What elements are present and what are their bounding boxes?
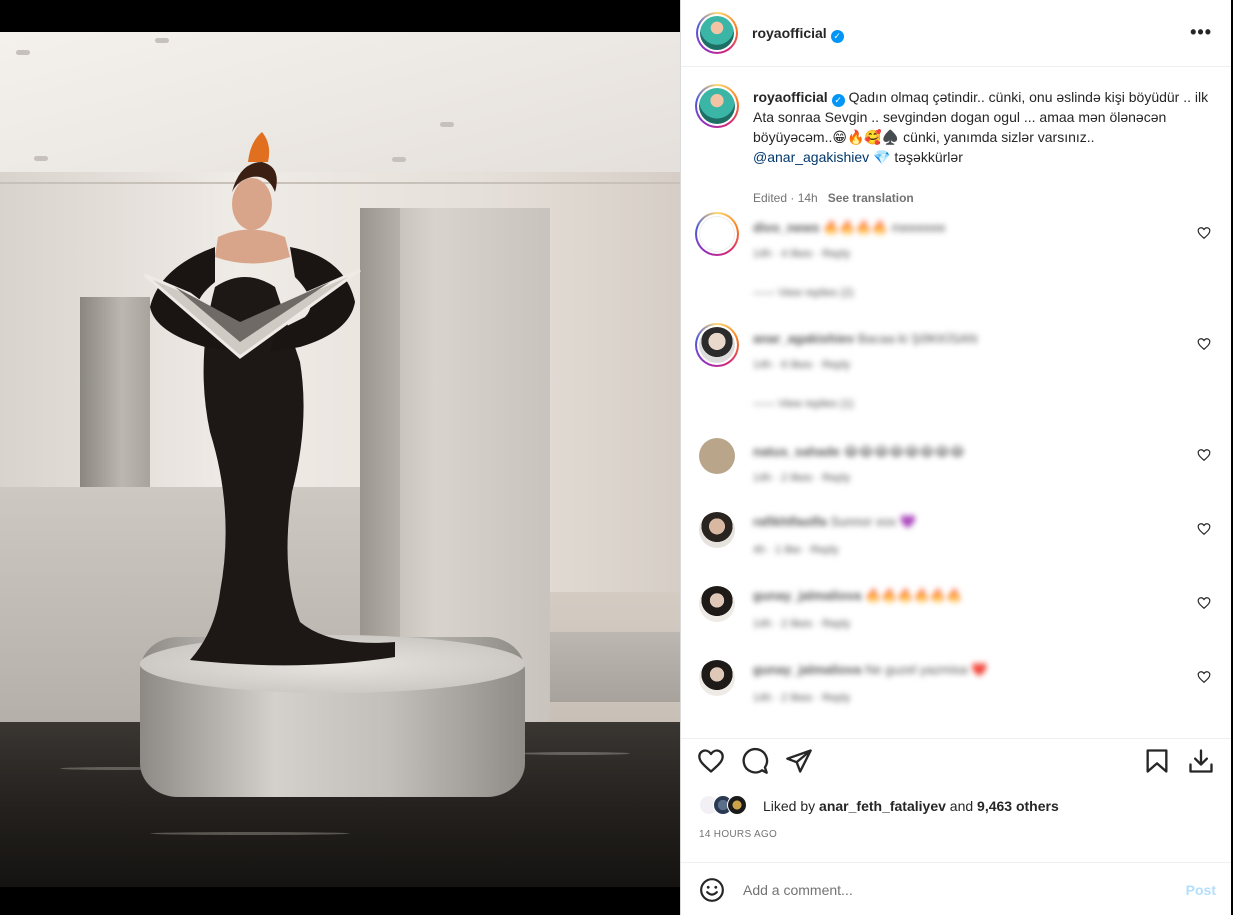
- view-replies-button[interactable]: —— View replies (1): [753, 398, 854, 410]
- comment-item: gunay_jalmaliova Ne guzel yazmisa ❤️ 14h…: [695, 656, 1215, 716]
- comment-meta: 14h · 6 likes · Reply: [753, 359, 851, 371]
- photo-figure: [144, 132, 395, 666]
- caption-avatar[interactable]: [695, 84, 739, 128]
- comment-avatar[interactable]: [695, 434, 739, 478]
- comment-meta: 14h · 2 likes · Reply: [753, 618, 851, 630]
- caption-text: royaofficial ✓ Qadın olmaq çətindir.. cün…: [753, 87, 1213, 167]
- comment-icon[interactable]: [741, 747, 769, 775]
- caption-meta: Edited · 14h See translation: [753, 191, 914, 205]
- author-name-row: royaofficial ✓: [752, 25, 844, 43]
- liker-avatars[interactable]: [699, 795, 759, 817]
- view-replies-button[interactable]: —— View replies (2): [753, 287, 854, 299]
- post-media[interactable]: [0, 0, 680, 915]
- comment-avatar[interactable]: [695, 582, 739, 626]
- post-header: royaofficial ✓ •••: [681, 0, 1232, 67]
- view-replies-label: View replies (2): [778, 287, 854, 299]
- avatar-image: [699, 512, 735, 548]
- avatar-image: [700, 16, 734, 50]
- comment-avatar[interactable]: [695, 323, 739, 367]
- comment-item: divo_news 🔥🔥🔥🔥 meeeeee 14h · 4 likes · R…: [695, 212, 1215, 272]
- liked-by-user-link[interactable]: anar_feth_fataliyev: [819, 798, 946, 814]
- comment-avatar[interactable]: [695, 212, 739, 256]
- comment-text: rafikhlfaolfa Sunnor xox 💜: [753, 514, 916, 530]
- comment-meta: 4h · 1 like · Reply: [753, 544, 839, 556]
- comment-text: natus_sahade 😂😂😂😂😂😂😂😂: [753, 444, 965, 460]
- avatar-image: [699, 660, 735, 696]
- likes-count-link[interactable]: 9,463 others: [977, 798, 1059, 814]
- comment-item: anar_agakishiev Bacaa ki ŞƏKKİSAN 14h · …: [695, 323, 1215, 383]
- avatar-image: [699, 327, 735, 363]
- comment-username[interactable]: anar_agakishiev: [753, 331, 854, 346]
- comment-like-heart-icon[interactable]: [1197, 522, 1211, 536]
- comment-body: Sunnor xox 💜: [830, 514, 916, 529]
- post-comment-button[interactable]: Post: [1186, 882, 1216, 898]
- comment-text: anar_agakishiev Bacaa ki ŞƏKKİSAN: [753, 331, 977, 346]
- comment-item: natus_sahade 😂😂😂😂😂😂😂😂 14h · 2 likes · Re…: [695, 434, 1215, 494]
- comment-meta: 14h · 2 likes · Reply: [753, 692, 851, 704]
- comment-text: divo_news 🔥🔥🔥🔥 meeeeee: [753, 220, 946, 236]
- comment-like-heart-icon[interactable]: [1197, 226, 1211, 240]
- comment-username[interactable]: gunay_jalmaliova: [753, 588, 861, 603]
- caption-edited: Edited · 14h: [753, 191, 818, 205]
- comment-body: 🔥🔥🔥🔥🔥🔥: [865, 588, 963, 603]
- liker-avatar: [727, 795, 747, 815]
- comment-input[interactable]: [741, 875, 1141, 905]
- comment-item: gunay_jalmaliova 🔥🔥🔥🔥🔥🔥 14h · 2 likes · …: [695, 582, 1215, 642]
- add-comment-bar: Post: [681, 862, 1232, 915]
- comment-body: 😂😂😂😂😂😂😂😂: [843, 444, 965, 459]
- comment-avatar[interactable]: [695, 656, 739, 700]
- verified-icon: ✓: [831, 94, 845, 107]
- likes-summary: Liked by anar_feth_fataliyev and 9,463 o…: [763, 798, 1059, 814]
- comment-username[interactable]: divo_news: [753, 220, 819, 235]
- emoji-icon[interactable]: [699, 877, 725, 903]
- comment-meta: 14h · 2 likes · Reply: [753, 472, 851, 484]
- comment-like-heart-icon[interactable]: [1197, 670, 1211, 684]
- download-icon[interactable]: [1187, 747, 1215, 775]
- bookmark-icon[interactable]: [1143, 747, 1171, 775]
- likes-prefix: Liked by: [763, 798, 820, 814]
- comment-body: 🔥🔥🔥🔥 meeeeee: [823, 220, 946, 235]
- see-translation-button[interactable]: See translation: [828, 191, 914, 205]
- comment-text: gunay_jalmaliova Ne guzel yazmisa ❤️: [753, 662, 987, 678]
- comments-scroll[interactable]: royaofficial ✓ Qadın olmaq çətindir.. cün…: [681, 68, 1232, 738]
- author-avatar[interactable]: [696, 12, 738, 54]
- caption-username[interactable]: royaofficial: [753, 89, 828, 105]
- comment-like-heart-icon[interactable]: [1197, 337, 1211, 351]
- avatar-image: [699, 438, 735, 474]
- caption-body-2: 💎 təşəkkürlər: [869, 149, 963, 165]
- comment-item: rafikhlfaolfa Sunnor xox 💜 4h · 1 like ·…: [695, 508, 1215, 568]
- share-icon[interactable]: [785, 747, 813, 775]
- likes-and: and: [945, 798, 978, 814]
- post-side-panel: royaofficial ✓ ••• royaofficial ✓ Qadın ol…: [680, 0, 1232, 915]
- more-icon[interactable]: •••: [1190, 22, 1212, 43]
- comment-like-heart-icon[interactable]: [1197, 448, 1211, 462]
- comment-username[interactable]: gunay_jalmaliova: [753, 662, 861, 677]
- comment-avatar[interactable]: [695, 508, 739, 552]
- view-replies-label: View replies (1): [778, 398, 854, 410]
- comment-username[interactable]: rafikhlfaolfa: [753, 514, 827, 529]
- avatar-image: [699, 88, 735, 124]
- post-timestamp[interactable]: 14 HOURS AGO: [699, 829, 777, 840]
- like-heart-icon[interactable]: [697, 747, 725, 775]
- verified-icon: ✓: [830, 30, 844, 43]
- comment-text: gunay_jalmaliova 🔥🔥🔥🔥🔥🔥: [753, 588, 962, 604]
- comment-body: Ne guzel yazmisa ❤️: [865, 662, 988, 677]
- avatar-image: [699, 586, 735, 622]
- author-username[interactable]: royaofficial: [752, 25, 827, 41]
- caption-mention[interactable]: @anar_agakishiev: [753, 149, 869, 165]
- comment-like-heart-icon[interactable]: [1197, 596, 1211, 610]
- post-photo: [0, 32, 680, 887]
- comment-username[interactable]: natus_sahade: [753, 444, 840, 459]
- comment-body: Bacaa ki ŞƏKKİSAN: [857, 331, 978, 346]
- comment-meta: 14h · 4 likes · Reply: [753, 248, 851, 260]
- avatar-image: [699, 216, 735, 252]
